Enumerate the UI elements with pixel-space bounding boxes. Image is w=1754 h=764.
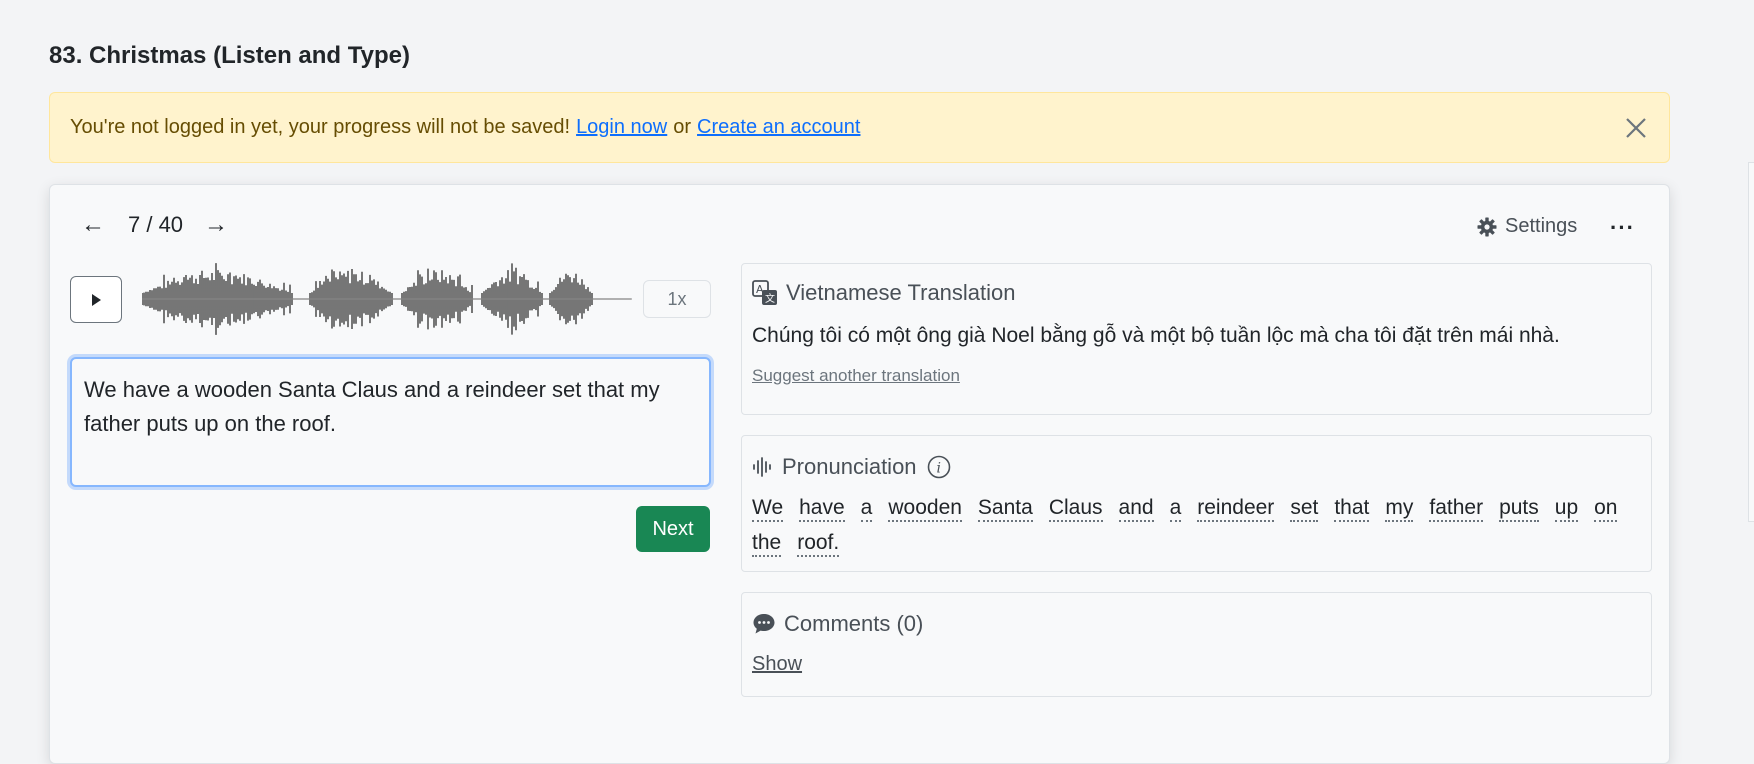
side-panel-edge [1748,162,1754,522]
pronunciation-word[interactable]: that [1334,496,1370,522]
pronunciation-word[interactable]: reindeer [1197,496,1275,522]
alert-or-text: or [673,116,692,138]
next-arrow-icon[interactable]: → [201,211,231,239]
exercise-counter: 7 / 40 [128,212,184,237]
info-icon[interactable]: i [927,455,951,479]
page-title: 83. Christmas (Listen and Type) [49,42,410,69]
play-button[interactable] [70,276,122,323]
audio-waveform[interactable] [142,263,632,335]
pronunciation-words: We have a wooden Santa Claus and a reindeer set th… [752,496,1641,566]
login-link[interactable]: Login now [576,116,667,139]
pronunciation-panel: Pronunciation i We have a wooden Santa Claus a… [741,435,1652,572]
pronunciation-word[interactable]: and [1118,496,1154,522]
translate-icon: A 文 [752,280,778,306]
pronunciation-word[interactable]: on [1594,496,1618,522]
gear-icon [1477,217,1497,236]
pronunciation-word[interactable]: Claus [1048,496,1103,522]
suggest-translation-link[interactable]: Suggest another translation [752,366,960,386]
pronunciation-word[interactable]: set [1290,496,1319,522]
login-alert: You're not logged in yet, your progress … [49,92,1670,163]
close-icon[interactable] [1621,113,1651,143]
soundwave-icon [752,456,774,478]
show-comments-link[interactable]: Show [752,653,802,676]
pronunciation-word[interactable]: Santa [977,496,1033,522]
pronunciation-title: Pronunciation [782,454,917,479]
pronunciation-word[interactable]: We [752,496,784,522]
exercise-card: ← 7 / 40 → Settings ··· 1x We have a woo… [49,184,1670,764]
pronunciation-word[interactable]: a [1169,496,1182,522]
pronunciation-word[interactable]: have [799,496,845,522]
exercise-navigation: ← 7 / 40 → [78,211,231,239]
pronunciation-word[interactable]: the [752,531,782,557]
next-button[interactable]: Next [636,506,710,552]
translation-panel: A 文 Vietnamese Translation Chúng tôi có … [741,263,1652,415]
pronunciation-word[interactable]: up [1554,496,1579,522]
comments-title: Comments (0) [784,611,924,636]
prev-arrow-icon[interactable]: ← [78,211,108,239]
chat-bubble-icon [752,612,776,636]
alert-message: You're not logged in yet, your progress … [70,116,571,138]
answer-input[interactable] [70,357,711,487]
translation-text: Chúng tôi có một ông già Noel bằng gỗ và… [752,324,1560,347]
pronunciation-word[interactable]: puts [1499,496,1539,522]
settings-button[interactable]: Settings [1477,215,1577,238]
pronunciation-word[interactable]: a [860,496,873,522]
more-options-icon[interactable]: ··· [1610,215,1635,241]
create-account-link[interactable]: Create an account [697,116,860,139]
play-icon [92,293,101,306]
playback-speed-button[interactable]: 1x [643,280,711,318]
pronunciation-word[interactable]: wooden [888,496,962,522]
svg-text:文: 文 [765,292,775,305]
pronunciation-word[interactable]: father [1429,496,1484,522]
pronunciation-word[interactable]: my [1385,496,1414,522]
svg-text:i: i [936,461,940,477]
settings-label: Settings [1505,215,1578,237]
pronunciation-word[interactable]: roof. [797,531,840,557]
translation-title: Vietnamese Translation [786,280,1016,305]
comments-panel: Comments (0) Show [741,592,1652,697]
